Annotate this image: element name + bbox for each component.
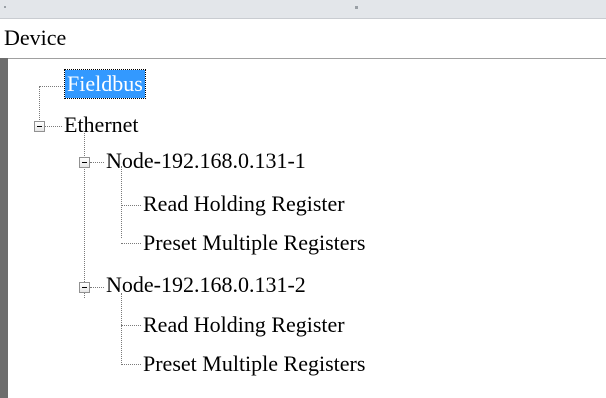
tree-item-ethernet[interactable]: Ethernet bbox=[64, 111, 139, 139]
top-strip bbox=[0, 0, 606, 19]
tree-item-fieldbus[interactable]: Fieldbus bbox=[64, 69, 146, 99]
minus-box-icon[interactable] bbox=[79, 157, 90, 168]
tree-connector bbox=[121, 205, 141, 206]
minus-box-icon[interactable] bbox=[79, 282, 90, 293]
header-divider bbox=[0, 58, 606, 59]
tree-connector bbox=[39, 86, 63, 87]
tree-header[interactable]: Device bbox=[0, 20, 606, 56]
strip-dot bbox=[4, 6, 6, 8]
tree-connector bbox=[121, 166, 122, 238]
tree-item-node-2[interactable]: Node-192.168.0.131-2 bbox=[106, 271, 306, 299]
tree-connector bbox=[90, 162, 104, 163]
tree-connector bbox=[121, 293, 122, 365]
tree-connector bbox=[45, 126, 62, 127]
tree-item-read-holding-register[interactable]: Read Holding Register bbox=[143, 311, 345, 339]
tree-item-read-holding-register[interactable]: Read Holding Register bbox=[143, 190, 345, 218]
minus-box-icon[interactable] bbox=[34, 121, 45, 132]
tree-item-preset-multiple-registers[interactable]: Preset Multiple Registers bbox=[143, 229, 365, 257]
tree-connector bbox=[90, 287, 104, 288]
tree-connector bbox=[121, 325, 141, 326]
tree-item-node-1[interactable]: Node-192.168.0.131-1 bbox=[106, 147, 306, 175]
strip-dot bbox=[355, 6, 358, 9]
panel-left-border bbox=[0, 58, 8, 398]
tree-connector bbox=[121, 243, 141, 244]
tree-connector bbox=[121, 364, 141, 365]
tree-connector bbox=[39, 86, 40, 126]
tree-item-preset-multiple-registers[interactable]: Preset Multiple Registers bbox=[143, 350, 365, 378]
